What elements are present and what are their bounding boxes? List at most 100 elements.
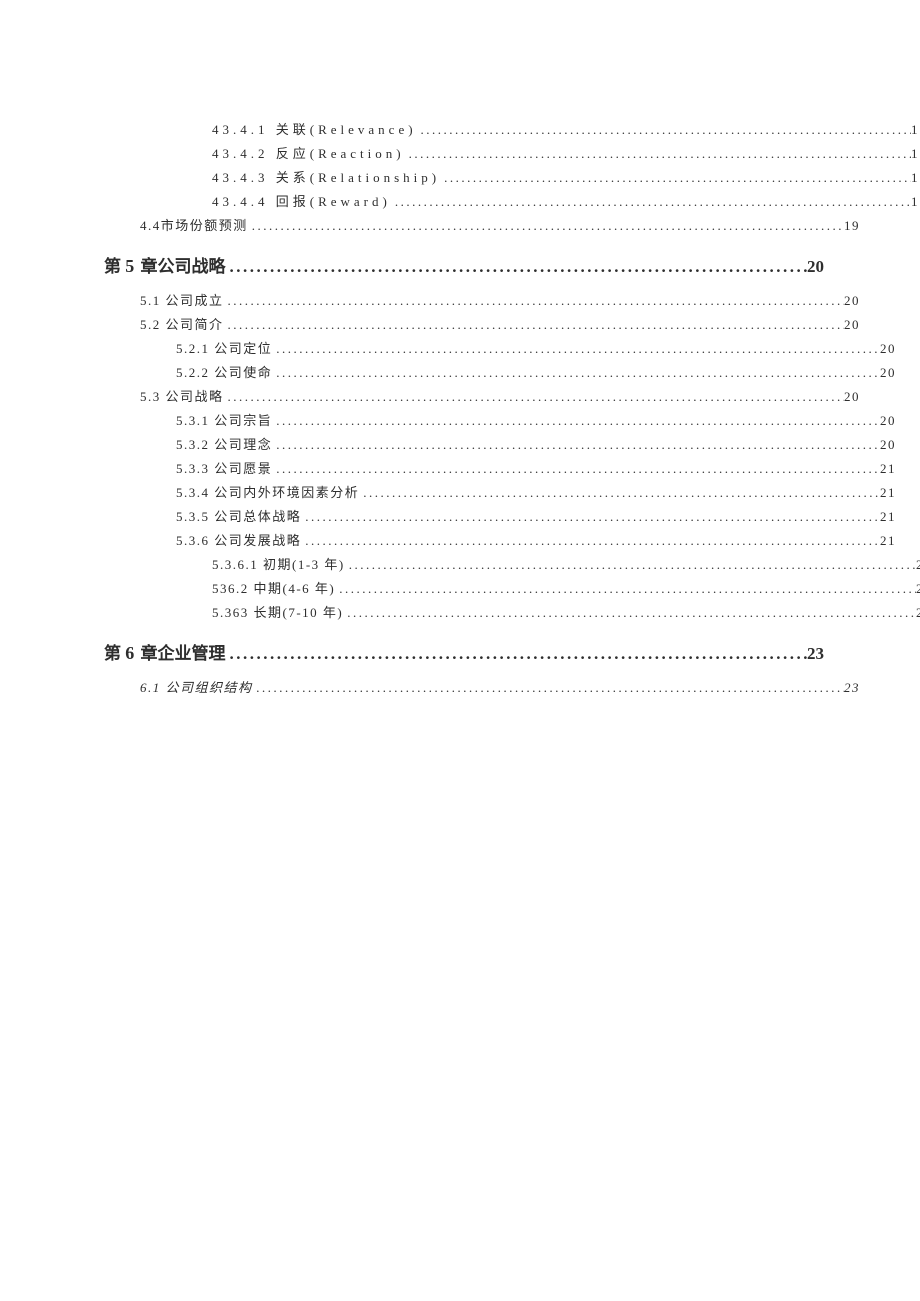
toc-title: 公司理念 — [214, 437, 272, 452]
toc-label: 43.4.4 回报(Reward) — [212, 190, 391, 214]
toc-number: 5.1 — [140, 293, 161, 308]
toc-label: 5.3 公司战略 — [140, 385, 224, 409]
toc-number: 5.3.6.1 — [212, 557, 258, 572]
toc-label: 5.3.2 公司理念 — [176, 433, 272, 457]
toc-leader-dots — [335, 577, 916, 601]
toc-title: 市场份额预测 — [161, 218, 248, 233]
toc-number: 5.3.4 — [176, 485, 210, 500]
toc-page-number: 19 — [911, 190, 920, 214]
toc-entry: 43.4.4 回报(Reward) 19 — [212, 190, 920, 214]
toc-title: 反应(Reaction) — [276, 146, 405, 161]
toc-entry: 5.3.2 公司理念 20 — [176, 433, 896, 457]
toc-entry: 6.1 公司组织结构 23 — [140, 676, 860, 700]
toc-leader-dots — [359, 481, 880, 505]
toc-page-number: 18 — [911, 142, 920, 166]
toc-entry: 536.2 中期(4-6 年) 21 — [212, 577, 920, 601]
toc-number: 6.1 — [140, 680, 161, 695]
toc-label: 第 5 章公司战略 — [104, 250, 226, 283]
toc-leader-dots — [343, 601, 916, 625]
toc-title: 公司总体战略 — [214, 509, 301, 524]
toc-page-number: 20 — [844, 289, 860, 313]
toc-leader-dots — [272, 409, 880, 433]
toc-number: 43.4.3 — [212, 170, 269, 185]
toc-entry: 43.4.1 关联(Relevance) 18 — [212, 118, 920, 142]
chapter-title: 章企业管理 — [141, 644, 226, 663]
toc-page-number: 20 — [880, 409, 896, 433]
toc-number: 43.4.1 — [212, 122, 269, 137]
toc-label: 5.3.3 公司愿景 — [176, 457, 272, 481]
toc-leader-dots — [272, 361, 880, 385]
toc-leader-dots — [417, 118, 911, 142]
toc-entry: 5.2.2 公司使命 20 — [176, 361, 896, 385]
toc-title: 中期(4-6 年) — [254, 581, 336, 596]
toc-title: 长期(7-10 年) — [254, 605, 344, 620]
chapter-title: 章公司战略 — [141, 257, 226, 276]
toc-page-number: 20 — [880, 361, 896, 385]
toc-number: 4.4 — [140, 218, 161, 233]
toc-title: 公司成立 — [166, 293, 224, 308]
chapter-prefix: 第 — [104, 257, 121, 276]
toc-title: 公司简介 — [166, 317, 224, 332]
toc-leader-dots — [345, 553, 916, 577]
toc-page-number: 20 — [880, 337, 896, 361]
toc-number: 5.363 — [212, 605, 249, 620]
toc-page-number: 18 — [911, 166, 920, 190]
chapter-number: 5 — [125, 256, 134, 276]
toc-number: 5.3.6 — [176, 533, 210, 548]
toc-leader-dots — [272, 337, 880, 361]
toc-number: 5.2.2 — [176, 365, 210, 380]
toc-page-number: 21 — [916, 577, 920, 601]
toc-title: 公司使命 — [214, 365, 272, 380]
toc-label: 43.4.3 关系(Relationship) — [212, 166, 440, 190]
toc-page-number: 21 — [880, 481, 896, 505]
toc-number: 43.4.2 — [212, 146, 269, 161]
toc-number: 5.3.1 — [176, 413, 210, 428]
toc-leader-dots — [272, 433, 880, 457]
toc-page-number: 21 — [880, 457, 896, 481]
toc-entry: 5.3.6.1 初期(1-3 年) 21 — [212, 553, 920, 577]
toc-title: 公司战略 — [166, 389, 224, 404]
toc-entry: 5.3.4 公司内外环境因素分析 21 — [176, 481, 896, 505]
toc-leader-dots — [224, 385, 844, 409]
toc-label: 第 6 章企业管理 — [104, 637, 226, 670]
toc-label: 536.2 中期(4-6 年) — [212, 577, 335, 601]
toc-entry: 4.4市场份额预测 19 — [140, 214, 860, 238]
toc-page-number: 20 — [807, 251, 824, 283]
toc-entry: 5.2 公司简介 20 — [140, 313, 860, 337]
toc-leader-dots — [248, 214, 844, 238]
toc-title: 公司组织结构 — [166, 680, 253, 695]
toc-leader-dots — [301, 529, 880, 553]
toc-label: 5.2 公司简介 — [140, 313, 224, 337]
toc-title: 公司发展战略 — [214, 533, 301, 548]
toc-number: 5.3.5 — [176, 509, 210, 524]
toc-label: 5.2.1 公司定位 — [176, 337, 272, 361]
toc-number: 536.2 — [212, 581, 249, 596]
toc-page-number: 20 — [880, 433, 896, 457]
toc-page-number: 21 — [880, 505, 896, 529]
toc-number: 43.4.4 — [212, 194, 269, 209]
toc-page-number: 23 — [844, 676, 860, 700]
toc-label: 5.3.6.1 初期(1-3 年) — [212, 553, 345, 577]
toc-page-number: 23 — [807, 638, 824, 670]
toc-title: 关系(Relationship) — [276, 170, 440, 185]
toc-leader-dots — [440, 166, 911, 190]
toc-page: 43.4.1 关联(Relevance) 1843.4.2 反应(Reactio… — [0, 0, 920, 1301]
toc-number: 5.3.2 — [176, 437, 210, 452]
toc-label: 5.3.1 公司宗旨 — [176, 409, 272, 433]
toc-entry: 5.3 公司战略 20 — [140, 385, 860, 409]
toc-entry: 5.363 长期(7-10 年) 22 — [212, 601, 920, 625]
toc-page-number: 20 — [844, 385, 860, 409]
toc-label: 4.4市场份额预测 — [140, 214, 248, 238]
toc-title: 公司宗旨 — [214, 413, 272, 428]
toc-number: 5.3 — [140, 389, 161, 404]
toc-label: 5.3.4 公司内外环境因素分析 — [176, 481, 359, 505]
toc-label: 5.363 长期(7-10 年) — [212, 601, 343, 625]
toc-leader-dots — [272, 457, 880, 481]
toc-leader-dots — [226, 251, 808, 283]
toc-page-number: 22 — [916, 601, 920, 625]
toc-entry: 5.3.1 公司宗旨 20 — [176, 409, 896, 433]
toc-entry: 43.4.2 反应(Reaction) 18 — [212, 142, 920, 166]
toc-label: 5.3.5 公司总体战略 — [176, 505, 301, 529]
toc-entry: 5.3.5 公司总体战略 21 — [176, 505, 896, 529]
toc-page-number: 18 — [911, 118, 920, 142]
